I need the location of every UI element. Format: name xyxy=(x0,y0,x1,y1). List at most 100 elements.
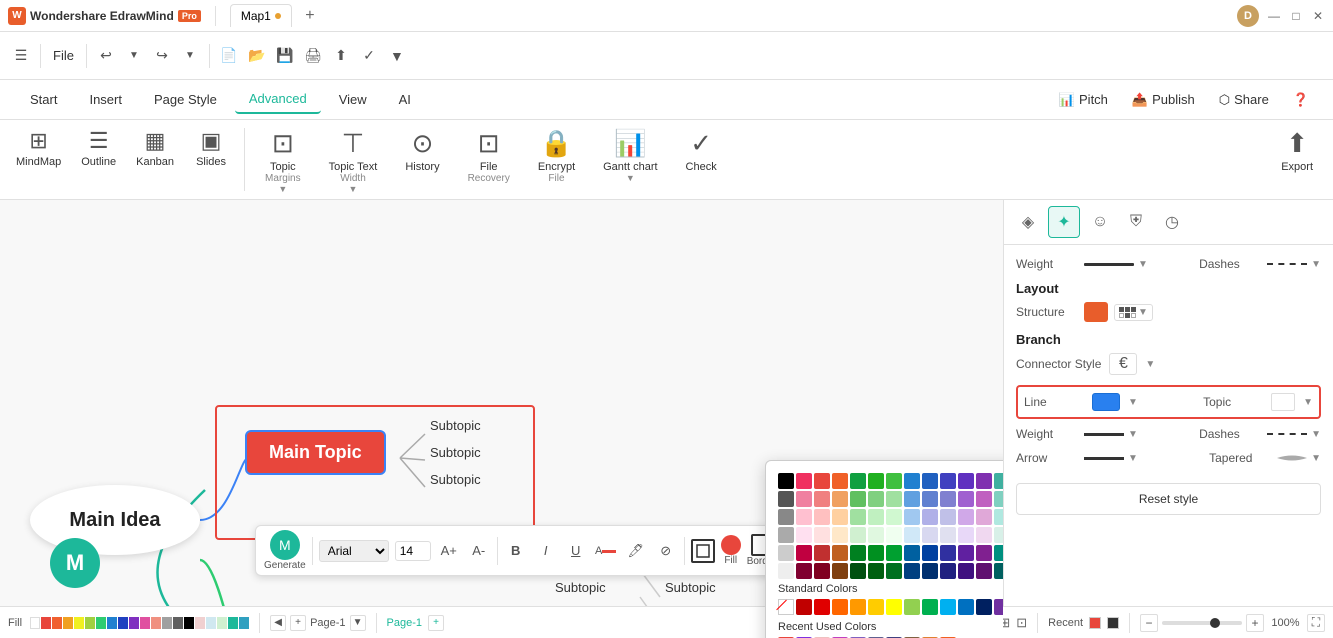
color-lightaqua[interactable] xyxy=(994,509,1003,525)
color-rose[interactable] xyxy=(814,509,830,525)
connector-dropdown-arrow[interactable]: ▼ xyxy=(1145,359,1155,370)
color-cornflower[interactable] xyxy=(922,491,938,507)
recent-color-1[interactable] xyxy=(1089,617,1101,629)
branch-weight-control[interactable]: ▼ xyxy=(1084,429,1138,440)
color-purple2[interactable] xyxy=(958,545,974,561)
color-green5[interactable] xyxy=(886,545,902,561)
reset-style-button[interactable]: Reset style xyxy=(1016,483,1321,515)
color-lavenderblush[interactable] xyxy=(958,527,974,543)
color-lilac[interactable] xyxy=(958,509,974,525)
highlight-button[interactable]: 🖊 xyxy=(624,539,648,563)
color-skyblue[interactable] xyxy=(904,491,920,507)
map-tab[interactable]: Map1 xyxy=(230,4,292,27)
connector-preview[interactable]: € xyxy=(1109,353,1137,375)
color-lavender3[interactable] xyxy=(940,527,956,543)
ribbon-kanban[interactable]: ▦ Kanban xyxy=(128,124,182,195)
decrease-font-button[interactable]: A- xyxy=(467,539,491,563)
file-menu[interactable]: File xyxy=(47,46,80,65)
font-family-select[interactable]: Arial xyxy=(319,540,389,562)
color-blue1[interactable] xyxy=(904,473,920,489)
undo-arrow[interactable]: ▼ xyxy=(121,43,147,69)
color-orchid[interactable] xyxy=(976,491,992,507)
bb-color-gray[interactable] xyxy=(162,617,172,629)
color-lavender1[interactable] xyxy=(958,491,974,507)
rp-tab-emoji[interactable]: ☺ xyxy=(1084,206,1116,238)
color-mint[interactable] xyxy=(850,509,866,525)
color-green2[interactable] xyxy=(868,473,884,489)
redo-button[interactable]: ↪ xyxy=(149,43,175,69)
bb-color-lightpink[interactable] xyxy=(195,617,205,629)
zoom-out-btn[interactable]: − xyxy=(1140,614,1158,632)
menu-advanced[interactable]: Advanced xyxy=(235,85,321,114)
std-color-1[interactable] xyxy=(796,599,812,615)
bb-color-darkblue[interactable] xyxy=(118,617,128,629)
bb-color-red[interactable] xyxy=(41,617,51,629)
branch-dashes-control[interactable]: ▼ xyxy=(1267,429,1321,440)
subtopic-3[interactable]: Subtopic xyxy=(430,472,481,487)
check-button[interactable]: ✓ xyxy=(356,43,382,69)
main-topic-red[interactable]: Main Topic xyxy=(245,430,386,475)
weight-control[interactable]: ▼ xyxy=(1084,259,1148,270)
color-blue2[interactable] xyxy=(922,473,938,489)
color-junglegreen[interactable] xyxy=(886,563,902,579)
color-lavenderblue[interactable] xyxy=(940,509,956,525)
recent-color-2[interactable] xyxy=(1107,617,1119,629)
more-button[interactable]: ▼ xyxy=(384,43,410,69)
color-purple1[interactable] xyxy=(976,473,992,489)
color-thistle[interactable] xyxy=(976,527,992,543)
color-firebrick[interactable] xyxy=(814,545,830,561)
ribbon-topic-margins[interactable]: ⊡ Topic Margins ▼ xyxy=(253,124,313,195)
page-dropdown-btn[interactable]: ▼ xyxy=(350,615,366,631)
color-darkgreen[interactable] xyxy=(850,545,866,561)
bb-color-amber[interactable] xyxy=(63,617,73,629)
line-dropdown-arrow[interactable]: ▼ xyxy=(1128,397,1138,408)
publish-button[interactable]: 📤 Publish xyxy=(1124,88,1203,112)
zoom-in-btn[interactable]: + xyxy=(1246,614,1264,632)
color-darkteal[interactable] xyxy=(994,545,1003,561)
color-ghostwhite[interactable] xyxy=(922,527,938,543)
ribbon-mindmap[interactable]: ⊞ MindMap xyxy=(8,124,69,195)
std-color-2[interactable] xyxy=(814,599,830,615)
color-lightgreen1[interactable] xyxy=(868,491,884,507)
color-maroon[interactable] xyxy=(796,563,812,579)
maximize-button[interactable]: □ xyxy=(1289,9,1303,23)
rp-tab-style[interactable]: ◈ xyxy=(1012,206,1044,238)
bb-color-lightgreen[interactable] xyxy=(217,617,227,629)
color-silver[interactable] xyxy=(778,527,794,543)
subtopic-5[interactable]: Subtopic xyxy=(665,580,716,595)
color-purple3[interactable] xyxy=(976,545,992,561)
menu-ai[interactable]: AI xyxy=(385,86,425,113)
minimize-button[interactable]: — xyxy=(1267,9,1281,23)
prev-page-btn[interactable]: ◀ xyxy=(270,615,286,631)
color-lightblue[interactable] xyxy=(904,509,920,525)
color-navy[interactable] xyxy=(940,545,956,561)
dashes-control[interactable]: ▼ xyxy=(1267,259,1321,270)
add-tab-button[interactable]: + xyxy=(300,6,320,26)
add-page-btn[interactable]: + xyxy=(290,615,306,631)
italic-button[interactable]: I xyxy=(534,539,558,563)
color-darkpurple[interactable] xyxy=(976,563,992,579)
subtopic-4[interactable]: Subtopic xyxy=(555,580,606,595)
print-button[interactable]: 🖨 xyxy=(300,43,326,69)
bold-button[interactable]: B xyxy=(504,539,528,563)
new-file-button[interactable]: 📄 xyxy=(216,43,242,69)
color-orange-red[interactable] xyxy=(832,473,848,489)
color-green1[interactable] xyxy=(850,473,866,489)
color-darkviolet[interactable] xyxy=(958,563,974,579)
bb-color-pink[interactable] xyxy=(140,617,150,629)
std-color-3[interactable] xyxy=(832,599,848,615)
std-color-11[interactable] xyxy=(976,599,992,615)
color-mintcream[interactable] xyxy=(868,527,884,543)
color-pink[interactable] xyxy=(796,473,812,489)
color-lightgray[interactable] xyxy=(778,545,794,561)
arrow-control[interactable]: ▼ xyxy=(1084,453,1138,464)
topic-dropdown-arrow[interactable]: ▼ xyxy=(1303,397,1313,408)
color-apricot[interactable] xyxy=(832,509,848,525)
color-midnightblue[interactable] xyxy=(904,563,920,579)
color-honeydew[interactable] xyxy=(886,509,902,525)
color-pink2[interactable] xyxy=(976,509,992,525)
bb-color-salmon[interactable] xyxy=(151,617,161,629)
user-avatar[interactable]: D xyxy=(1237,5,1259,27)
color-darkmaroon[interactable] xyxy=(814,563,830,579)
increase-font-button[interactable]: A+ xyxy=(437,539,461,563)
